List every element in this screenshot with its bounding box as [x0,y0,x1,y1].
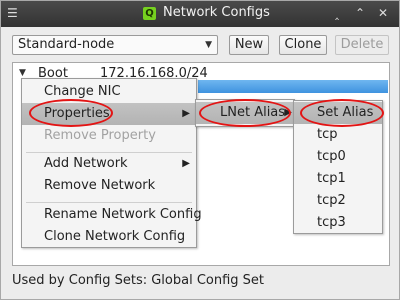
properties-submenu: LNet Alias ▶ [195,99,295,127]
menu-item-label: Add Network [44,156,128,171]
delete-button[interactable]: Delete [335,35,389,55]
menu-item-tcp2[interactable]: tcp2 [294,190,382,212]
clone-button[interactable]: Clone [279,35,327,55]
menu-item-properties[interactable]: Properties ▶ [22,103,196,125]
menu-item-label: Set Alias [317,105,374,120]
window-title: Network Configs [163,5,270,20]
menu-item-label: Clone Network Config [44,229,186,244]
menu-item-set-alias[interactable]: Set Alias [294,102,382,124]
menu-item-label: tcp0 [317,149,346,164]
network-config-select-value: Standard-node [18,37,115,52]
menu-item-label: Remove Property [44,128,156,143]
menu-item-label: Remove Network [44,178,156,193]
submenu-arrow-icon: ▶ [182,158,190,169]
menu-item-tcp1[interactable]: tcp1 [294,168,382,190]
menu-item-remove-network[interactable]: Remove Network [22,175,196,197]
menu-item-lnet-alias[interactable]: LNet Alias ▶ [196,102,294,124]
expand-arrow-icon[interactable]: ▼ [19,68,26,78]
menu-item-label: tcp3 [317,215,346,230]
window-menu-icon[interactable]: ☰ [7,7,19,19]
new-button[interactable]: New [229,35,269,55]
minimize-icon[interactable]: ‸ [330,6,344,20]
network-config-select[interactable]: Standard-node ▼ [12,35,218,55]
submenu-arrow-icon: ▶ [284,107,292,118]
context-menu: Change NIC Properties ▶ Remove Property … [21,78,202,248]
maximize-icon[interactable]: ⌃ [353,6,367,20]
menu-item-label: Rename Network Config [44,207,202,222]
menu-item-tcp[interactable]: tcp [294,124,382,146]
menu-item-remove-property: Remove Property [22,125,196,147]
status-text: Used by Config Sets: Global Config Set [12,273,265,288]
menu-item-change-nic[interactable]: Change NIC [22,81,196,103]
submenu-arrow-icon: ▶ [182,108,190,119]
menu-item-clone-network-config[interactable]: Clone Network Config [22,226,196,248]
menu-item-label: Properties [44,106,110,121]
lnet-alias-submenu: Set Alias tcp tcp0 tcp1 tcp2 tcp3 [293,100,383,234]
menu-item-tcp3[interactable]: tcp3 [294,212,382,234]
menu-item-label: Change NIC [44,84,121,99]
chevron-down-icon: ▼ [205,40,212,50]
menu-item-label: tcp [317,127,338,142]
close-icon[interactable]: ✕ [376,6,390,20]
selected-tree-row[interactable] [198,80,388,93]
menu-item-label: tcp2 [317,193,346,208]
menu-item-label: tcp1 [317,171,346,186]
menu-separator [26,202,192,203]
menu-item-rename-network-config[interactable]: Rename Network Config [22,204,202,226]
menu-item-tcp0[interactable]: tcp0 [294,146,382,168]
menu-item-add-network[interactable]: Add Network ▶ [22,153,196,175]
menu-item-label: LNet Alias [220,105,286,120]
title-bar: ☰ Q Network Configs ‸ ⌃ ✕ [1,1,399,27]
app-logo-icon: Q [143,7,156,20]
